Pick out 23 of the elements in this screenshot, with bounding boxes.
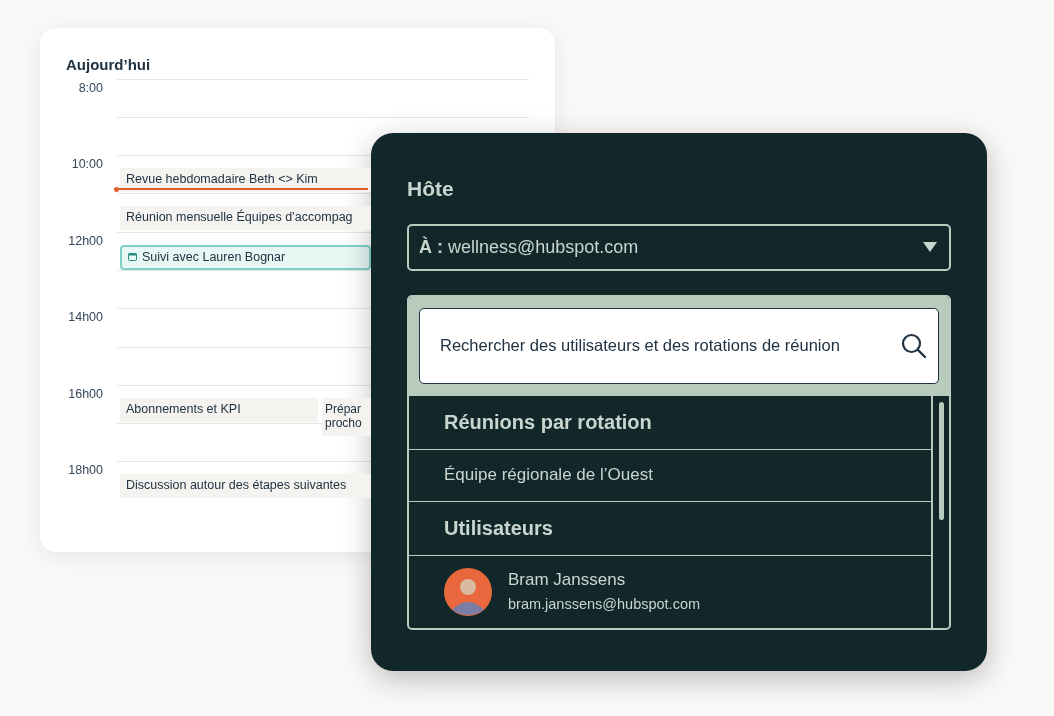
time-label: 14h00 [68, 310, 103, 325]
event-title: Suivi avec Lauren Bognar [142, 248, 286, 266]
section-header: Réunions par rotation [409, 395, 931, 450]
user-item[interactable]: Bram Janssens bram.janssens@hubspot.com [409, 555, 931, 628]
section-header: Utilisateurs [409, 501, 931, 556]
calendar-event[interactable]: Revue hebdomadaire Beth <> Kim [120, 168, 371, 193]
time-label: 18h00 [68, 463, 103, 478]
user-name: Bram Janssens [508, 568, 627, 591]
calendar-event[interactable]: Réunion mensuelle Équipes d’accompag [120, 206, 371, 231]
calendar-event[interactable]: Prépar procho [322, 397, 371, 436]
time-label: 10:00 [71, 157, 103, 172]
time-label: 8:00 [78, 80, 103, 95]
calendar-event[interactable]: Suivi avec Lauren Bognar [120, 244, 371, 270]
panel-title: Hôte [407, 176, 455, 202]
host-select[interactable]: À : wellness@hubspot.com [407, 223, 951, 271]
calendar-event[interactable]: Discussion autour des étapes suivantes [120, 474, 371, 499]
time-label: 16h00 [68, 386, 103, 401]
user-email: bram.janssens@hubspot.com [508, 595, 701, 615]
calendar-event[interactable]: Abonnements et KPI [120, 397, 318, 422]
calendar-title: Aujourd’hui [66, 55, 152, 75]
search-field[interactable]: Rechercher des utilisateurs et des rotations de réunion [419, 307, 939, 384]
time-label: 12h00 [68, 233, 103, 248]
list-item[interactable]: Équipe régionale de l’Ouest [409, 449, 931, 502]
